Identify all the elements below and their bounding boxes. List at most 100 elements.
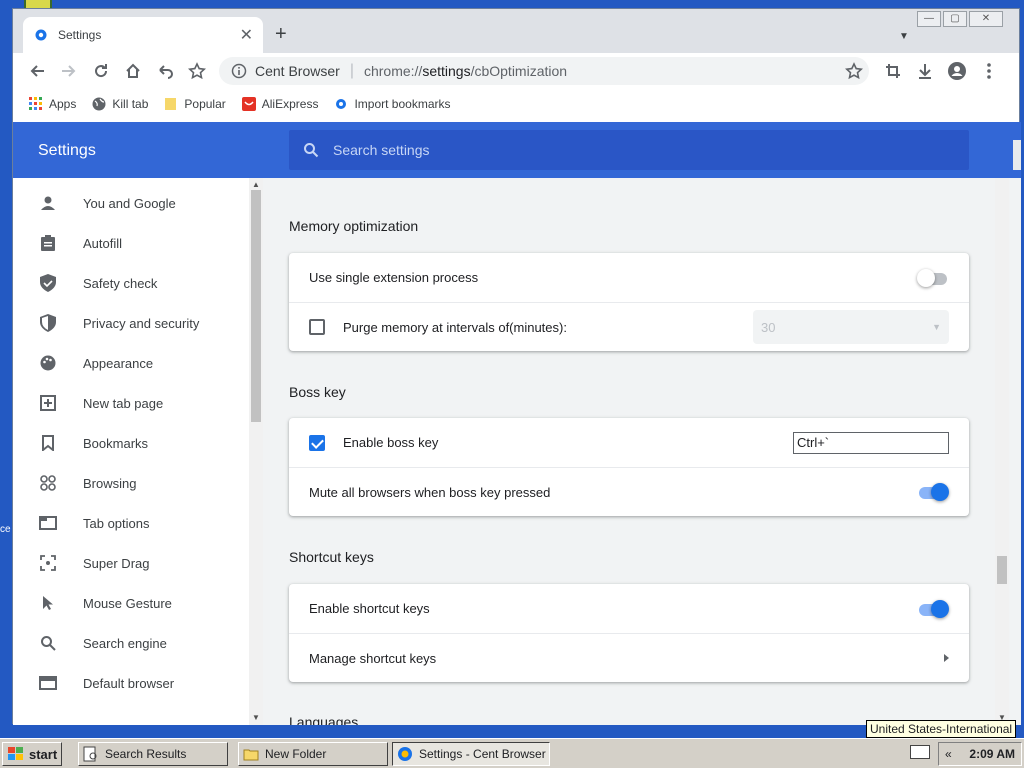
sidebar-item-new-tab-page[interactable]: New tab page bbox=[13, 383, 261, 423]
search-placeholder: Search settings bbox=[333, 142, 430, 158]
taskbar-item-new-folder[interactable]: New Folder bbox=[238, 742, 388, 766]
sidebar-item-privacy-and-security[interactable]: Privacy and security bbox=[13, 303, 261, 343]
desktop-text-fragment: ce bbox=[0, 524, 11, 535]
person-icon bbox=[39, 194, 57, 212]
restore-button[interactable]: ▢ bbox=[943, 11, 967, 27]
enable-shortcut-keys-row[interactable]: Enable shortcut keys bbox=[289, 584, 969, 633]
close-window-button[interactable]: ✕ bbox=[969, 11, 1003, 27]
gear-icon bbox=[35, 29, 47, 41]
clipboard-icon bbox=[39, 234, 57, 252]
info-icon[interactable] bbox=[231, 63, 247, 79]
sidebar-item-bookmarks[interactable]: Bookmarks bbox=[13, 423, 261, 463]
enable-shortcut-keys-toggle[interactable] bbox=[917, 599, 949, 619]
enable-boss-key-row: Enable boss key bbox=[289, 418, 969, 467]
taskbar-item-search-results[interactable]: Search Results bbox=[78, 742, 228, 766]
page-title: Settings bbox=[38, 142, 96, 159]
bookmark-kill-tab[interactable]: Kill tab bbox=[92, 97, 148, 111]
taskbar-item-cent-browser[interactable]: Settings - Cent Browser bbox=[392, 742, 550, 766]
forward-icon[interactable] bbox=[59, 61, 79, 81]
cent-browser-icon bbox=[398, 747, 412, 761]
reload-icon[interactable] bbox=[91, 61, 111, 81]
start-button[interactable]: start bbox=[2, 742, 62, 766]
main-scrollbar[interactable]: ▼ bbox=[995, 178, 1009, 725]
bookmark-popular[interactable]: Popular bbox=[164, 97, 226, 111]
address-bar[interactable]: Cent Browser | chrome://settings/cbOptim… bbox=[219, 57, 869, 85]
sidebar-item-appearance[interactable]: Appearance bbox=[13, 343, 261, 383]
star-icon[interactable] bbox=[845, 62, 863, 80]
section-title-shortcut-keys: Shortcut keys bbox=[289, 549, 374, 565]
scroll-up-arrow[interactable]: ▲ bbox=[252, 180, 260, 189]
folder-icon bbox=[165, 98, 177, 110]
browsing-icon bbox=[39, 474, 57, 492]
shortcut-keys-card: Enable shortcut keys Manage shortcut key… bbox=[289, 584, 969, 682]
header-scrollbar-stub bbox=[1013, 140, 1021, 170]
manage-shortcut-keys-row[interactable]: Manage shortcut keys bbox=[289, 633, 969, 682]
clock[interactable]: 2:09 AM bbox=[969, 747, 1015, 761]
tab-settings[interactable]: Settings ✕ bbox=[23, 17, 263, 53]
bookmark-aliexpress[interactable]: AliExpress bbox=[241, 97, 318, 111]
mute-browsers-toggle[interactable] bbox=[917, 482, 949, 502]
minimize-button[interactable]: — bbox=[917, 11, 941, 27]
keyboard-layout-tooltip: United States-International bbox=[866, 720, 1017, 738]
sidebar-item-search-engine[interactable]: Search engine bbox=[13, 623, 261, 663]
back-icon[interactable] bbox=[27, 61, 47, 81]
crop-icon[interactable] bbox=[883, 61, 903, 81]
url-text: chrome://settings/cbOptimization bbox=[363, 63, 568, 79]
new-tab-button[interactable]: + bbox=[275, 24, 287, 44]
sidebar-item-mouse-gesture[interactable]: Mouse Gesture bbox=[13, 583, 261, 623]
cursor-icon bbox=[39, 594, 57, 612]
keyboard-icon[interactable] bbox=[910, 745, 930, 759]
bookmark-import[interactable]: Import bookmarks bbox=[334, 97, 450, 111]
new-tab-icon bbox=[39, 394, 57, 412]
undo-close-icon[interactable] bbox=[155, 61, 175, 81]
tray-expand-icon[interactable]: « bbox=[945, 747, 952, 761]
sidebar-item-you-and-google[interactable]: You and Google bbox=[13, 183, 261, 223]
sidebar-item-autofill[interactable]: Autofill bbox=[13, 223, 261, 263]
menu-icon[interactable] bbox=[979, 61, 999, 81]
main-scroll-thumb[interactable] bbox=[997, 556, 1007, 584]
purge-memory-checkbox[interactable] bbox=[309, 319, 325, 335]
system-tray: « 2:09 AM bbox=[938, 742, 1022, 766]
section-title-boss-key: Boss key bbox=[289, 384, 346, 400]
bookmarks-bar: Apps Kill tab Popular AliExpress Import … bbox=[13, 91, 1019, 117]
settings-header: Settings Search settings bbox=[13, 122, 1021, 178]
tab-strip: Settings ✕ + — ▢ ✕ ▼ bbox=[13, 9, 1019, 53]
toolbar: Cent Browser | chrome://settings/cbOptim… bbox=[13, 53, 1019, 89]
tab-search-dropdown-icon[interactable]: ▼ bbox=[899, 31, 909, 42]
memory-card: Use single extension process Purge memor… bbox=[289, 253, 969, 351]
scroll-down-arrow[interactable]: ▼ bbox=[252, 713, 260, 722]
search-icon bbox=[39, 634, 57, 652]
window-controls: — ▢ ✕ bbox=[917, 11, 1003, 27]
settings-page: Settings Search settings You and Google … bbox=[13, 122, 1021, 725]
bookmark-icon bbox=[39, 434, 57, 452]
globe-icon bbox=[92, 97, 106, 111]
windows-logo-icon bbox=[8, 747, 23, 760]
sidebar-item-partial[interactable] bbox=[13, 703, 261, 725]
shield-icon bbox=[39, 314, 57, 332]
enable-boss-key-checkbox[interactable] bbox=[309, 434, 325, 451]
search-results-icon bbox=[83, 746, 97, 762]
boss-key-shortcut-input[interactable] bbox=[793, 431, 949, 454]
sidebar-scrollbar[interactable]: ▲ ▼ bbox=[249, 178, 263, 725]
bookmark-apps[interactable]: Apps bbox=[29, 97, 76, 111]
single-extension-process-row[interactable]: Use single extension process bbox=[289, 253, 969, 302]
purge-interval-select[interactable]: 30 ▼ bbox=[753, 310, 949, 344]
shield-check-icon bbox=[39, 274, 57, 292]
sidebar-item-tab-options[interactable]: Tab options bbox=[13, 503, 261, 543]
download-icon[interactable] bbox=[915, 61, 935, 81]
search-icon bbox=[304, 143, 319, 158]
search-settings-input[interactable]: Search settings bbox=[289, 130, 969, 170]
sidebar-item-safety-check[interactable]: Safety check bbox=[13, 263, 261, 303]
single-extension-process-toggle[interactable] bbox=[917, 268, 949, 288]
sidebar-item-browsing[interactable]: Browsing bbox=[13, 463, 261, 503]
sidebar-item-default-browser[interactable]: Default browser bbox=[13, 663, 261, 703]
section-title-languages: Languages bbox=[289, 714, 359, 725]
profile-icon[interactable] bbox=[947, 61, 967, 81]
mute-browsers-row[interactable]: Mute all browsers when boss key pressed bbox=[289, 467, 969, 516]
chevron-right-icon bbox=[944, 654, 949, 662]
home-icon[interactable] bbox=[123, 61, 143, 81]
sidebar-scroll-thumb[interactable] bbox=[251, 190, 261, 422]
sidebar-item-super-drag[interactable]: Super Drag bbox=[13, 543, 261, 583]
tab-close-icon[interactable]: ✕ bbox=[240, 25, 253, 45]
bookmark-star-icon[interactable] bbox=[187, 61, 207, 81]
